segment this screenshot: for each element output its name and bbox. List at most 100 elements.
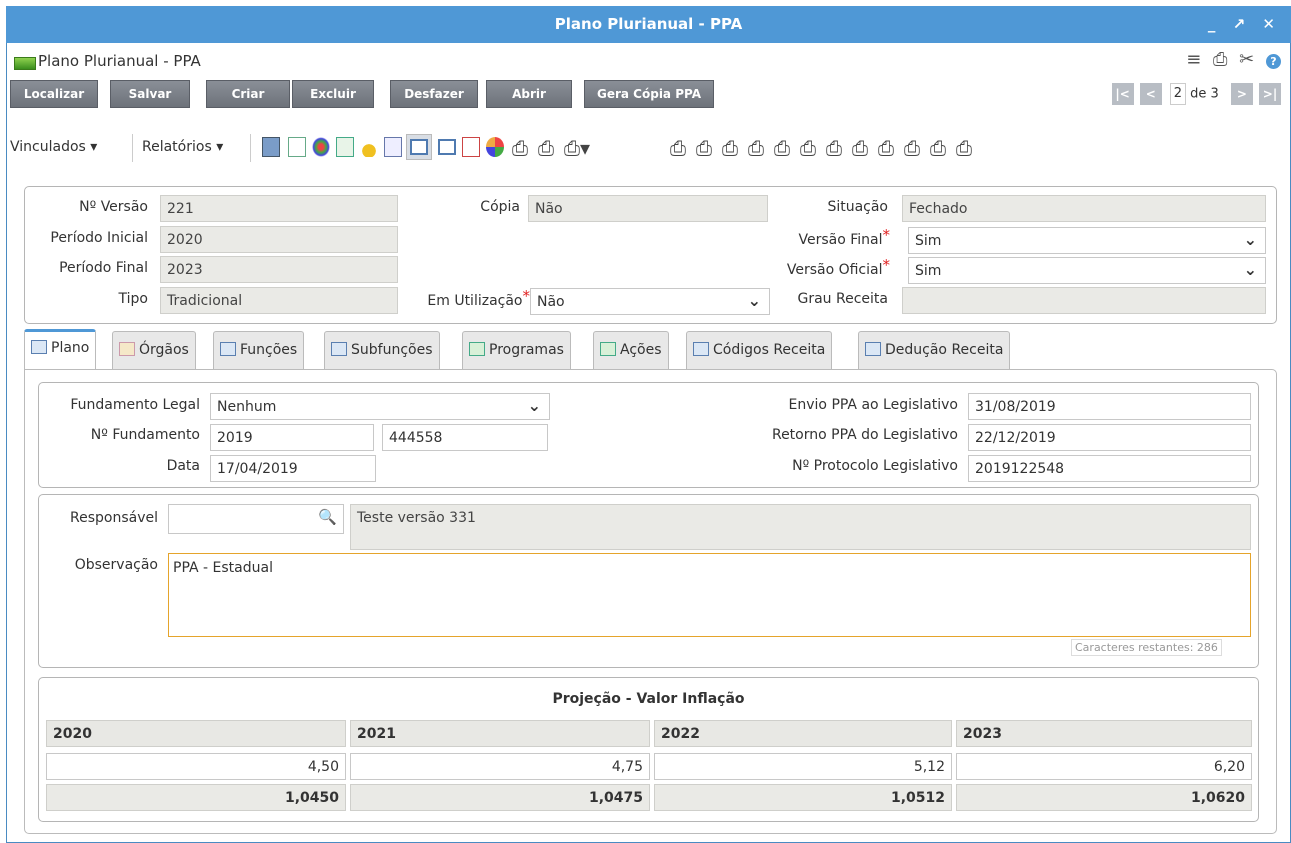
criar-button[interactable]: Criar <box>206 80 290 108</box>
tab-funcoes[interactable]: Funções <box>213 331 305 370</box>
data-field[interactable]: 17/04/2019 <box>210 455 376 482</box>
tab-acoes[interactable]: Ações <box>593 331 669 370</box>
inflation-factor-2023: 1,0620 <box>956 784 1252 811</box>
document-edit-icon[interactable] <box>288 137 306 157</box>
page-header: Plano Plurianual - PPA ≡ ⎙ ✂ ? <box>6 43 1291 81</box>
print-icon-3[interactable]: ⎙ <box>670 136 686 160</box>
character-counter: Caracteres restantes: 286 <box>1071 639 1222 656</box>
menu-icon[interactable]: ≡ <box>1186 49 1201 70</box>
print-icon-6[interactable]: ⎙ <box>748 136 764 160</box>
document-search-icon[interactable] <box>384 137 402 157</box>
frame-alt-icon[interactable] <box>438 139 456 155</box>
versao-label: Nº Versão <box>79 199 148 215</box>
responsavel-label: Responsável <box>70 510 158 526</box>
gera-copia-ppa-button[interactable]: Gera Cópia PPA <box>584 80 714 108</box>
versao-oficial-select[interactable]: Sim ⌄ <box>908 257 1266 284</box>
record-pager: |< < 2 de 3 > >| <box>1110 83 1281 105</box>
em-utilizacao-label: Em Utilização* <box>427 287 530 309</box>
tools-icon[interactable]: ✂ <box>1239 49 1254 70</box>
n-fundamento-number-field[interactable]: 444558 <box>382 424 548 451</box>
print-icon-7[interactable]: ⎙ <box>774 136 790 160</box>
chevron-down-icon: ⌄ <box>527 396 541 415</box>
copia-field: Não <box>528 195 768 222</box>
list-icon <box>693 342 709 356</box>
tab-programas[interactable]: Programas <box>462 331 571 370</box>
protocolo-field[interactable]: 2019122548 <box>968 455 1251 482</box>
observacao-textarea[interactable]: PPA - Estadual <box>168 553 1251 637</box>
envio-label: Envio PPA ao Legislativo <box>788 397 958 413</box>
window-icon <box>220 342 236 356</box>
envio-field[interactable]: 31/08/2019 <box>968 393 1251 420</box>
printer-icon[interactable]: ⎙ <box>1213 49 1227 70</box>
tab-codigos-receita[interactable]: Códigos Receita <box>686 331 833 370</box>
grid-icon[interactable] <box>312 137 330 157</box>
vinculados-dropdown[interactable]: Vinculados ▾ <box>10 139 97 155</box>
table-icon <box>865 342 881 356</box>
relatorios-dropdown[interactable]: Relatórios ▾ <box>142 139 223 155</box>
print-icon-12[interactable]: ⎙ <box>904 136 920 160</box>
print-icon-8[interactable]: ⎙ <box>800 136 816 160</box>
print-icon-2[interactable]: ⎙ <box>538 136 554 160</box>
print-icon-9[interactable]: ⎙ <box>826 136 842 160</box>
window-titlebar: Plano Plurianual - PPA _ ↗ ✕ <box>6 6 1291 43</box>
inflation-value-2023[interactable]: 6,20 <box>956 753 1252 780</box>
year-header-2022: 2022 <box>654 720 952 747</box>
window-title: Plano Plurianual - PPA <box>554 15 743 33</box>
tab-plano[interactable]: Plano <box>24 329 97 370</box>
fundamento-legal-label: Fundamento Legal <box>70 397 200 413</box>
print-icon-13[interactable]: ⎙ <box>930 136 946 160</box>
retorno-label: Retorno PPA do Legislativo <box>771 427 958 443</box>
data-label: Data <box>166 458 200 474</box>
page-title: Plano Plurianual - PPA <box>38 52 201 70</box>
desfazer-button[interactable]: Desfazer <box>390 80 478 108</box>
help-icon[interactable]: ? <box>1266 54 1281 69</box>
inflation-value-2021[interactable]: 4,75 <box>350 753 650 780</box>
retorno-field[interactable]: 22/12/2019 <box>968 424 1251 451</box>
print-dropdown-icon[interactable]: ⎙▾ <box>564 136 590 160</box>
em-utilizacao-select[interactable]: Não ⌄ <box>530 288 770 315</box>
print-icon-14[interactable]: ⎙ <box>956 136 972 160</box>
excluir-button[interactable]: Excluir <box>292 80 374 108</box>
responsavel-input[interactable]: 🔍 <box>168 504 344 534</box>
window-controls[interactable]: _ ↗ ✕ <box>1208 6 1281 43</box>
inflation-value-2022[interactable]: 5,12 <box>654 753 952 780</box>
periodo-inicial-field: 2020 <box>160 226 398 253</box>
pdf-icon[interactable] <box>462 137 480 157</box>
pie-chart-icon[interactable] <box>486 137 504 157</box>
periodo-final-field: 2023 <box>160 256 398 283</box>
frame-icon[interactable] <box>410 139 428 155</box>
print-icon-10[interactable]: ⎙ <box>852 136 868 160</box>
first-page-button[interactable]: |< <box>1111 83 1134 105</box>
tab-deducao-receita[interactable]: Dedução Receita <box>858 331 1011 370</box>
print-icon-4[interactable]: ⎙ <box>696 136 712 160</box>
print-icon-1[interactable]: ⎙ <box>512 136 528 160</box>
abrir-button[interactable]: Abrir <box>486 80 572 108</box>
inflation-value-2020[interactable]: 4,50 <box>46 753 346 780</box>
print-icon-11[interactable]: ⎙ <box>878 136 894 160</box>
year-header-2020: 2020 <box>46 720 346 747</box>
last-page-button[interactable]: >| <box>1259 83 1281 105</box>
report-icon[interactable] <box>262 137 280 157</box>
localizar-button[interactable]: Localizar <box>10 80 98 108</box>
grau-receita-field <box>902 287 1266 314</box>
chevron-down-icon: ⌄ <box>1243 260 1257 279</box>
tag-icon <box>119 342 135 356</box>
green-document-icon[interactable] <box>336 137 354 157</box>
search-icon[interactable]: 🔍 <box>318 508 337 526</box>
responsavel-description: Teste versão 331 <box>350 504 1251 550</box>
versao-final-label: Versão Final* <box>798 226 890 248</box>
chevron-down-icon: ⌄ <box>1243 230 1257 249</box>
tab-orgaos[interactable]: Órgãos <box>112 331 196 370</box>
print-icon-5[interactable]: ⎙ <box>722 136 738 160</box>
prev-page-button[interactable]: < <box>1139 83 1162 105</box>
versao-final-select[interactable]: Sim ⌄ <box>908 227 1266 254</box>
chevron-down-icon: ⌄ <box>747 291 761 310</box>
n-fundamento-field[interactable]: 2019 <box>210 424 374 451</box>
observacao-label: Observação <box>74 557 158 573</box>
tab-subfuncoes[interactable]: Subfunções <box>324 331 440 370</box>
next-page-button[interactable]: > <box>1230 83 1253 105</box>
current-page-input[interactable]: 2 <box>1169 83 1186 105</box>
salvar-button[interactable]: Salvar <box>110 80 190 108</box>
fundamento-legal-select[interactable]: Nenhum ⌄ <box>210 393 550 420</box>
medal-icon[interactable] <box>360 137 378 157</box>
